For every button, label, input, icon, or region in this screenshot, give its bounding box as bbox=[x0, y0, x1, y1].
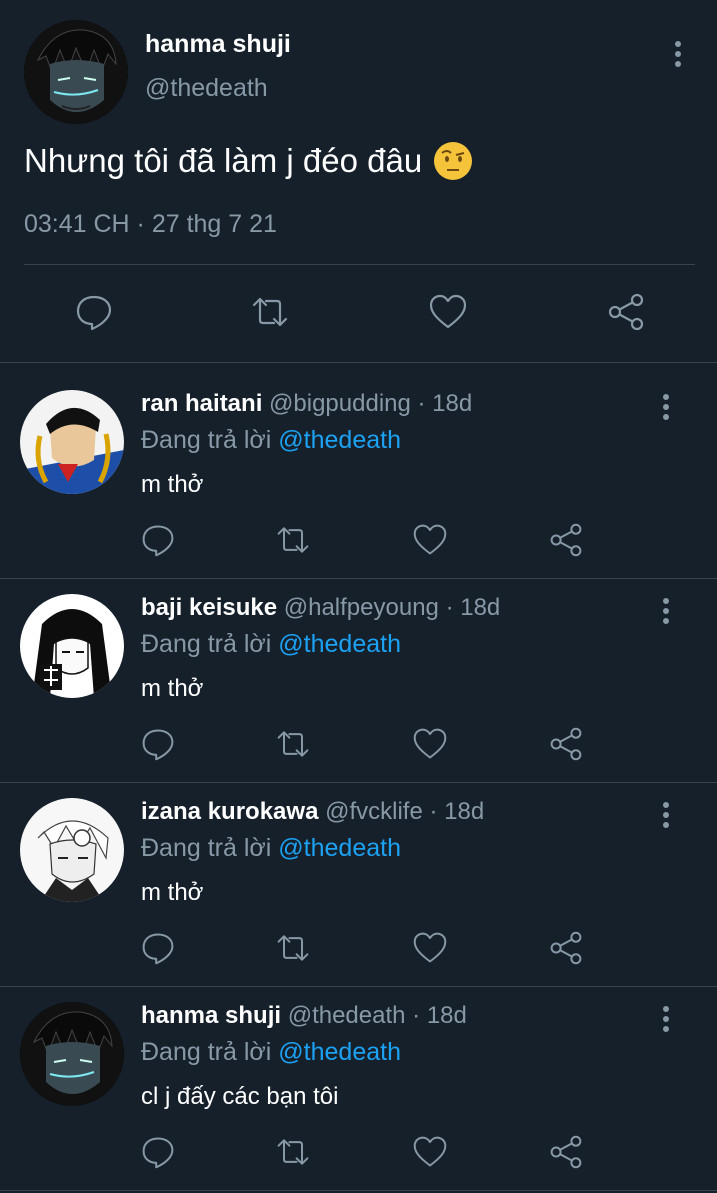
reply-text: m thở bbox=[141, 675, 204, 702]
reply-icon[interactable] bbox=[74, 292, 114, 332]
like-icon[interactable] bbox=[412, 726, 448, 762]
reply-tweet[interactable]: ran haitani @bigpudding · 18d Đang trả l… bbox=[0, 374, 717, 579]
reply-header: ran haitani @bigpudding · 18d bbox=[141, 390, 472, 418]
author-name[interactable]: baji keisuke bbox=[141, 594, 277, 621]
replying-to: Đang trả lời @thedeath bbox=[141, 834, 401, 863]
replying-to: Đang trả lời @thedeath bbox=[141, 426, 401, 455]
like-icon[interactable] bbox=[412, 1134, 448, 1170]
tweet-actions bbox=[0, 292, 717, 336]
author-handle[interactable]: @halfpeyoung bbox=[284, 594, 439, 621]
retweet-icon[interactable] bbox=[275, 1134, 311, 1170]
reply-header: baji keisuke @halfpeyoung · 18d bbox=[141, 594, 500, 622]
tweet-timestamp[interactable]: 03:41 CH · 27 thg 7 21 bbox=[24, 210, 277, 239]
tweet-text-content: Nhưng tôi đã làm j đéo đâu bbox=[24, 142, 423, 179]
share-icon[interactable] bbox=[606, 292, 646, 332]
divider bbox=[24, 264, 695, 265]
replying-prefix: Đang trả lời bbox=[141, 834, 272, 862]
like-icon[interactable] bbox=[412, 522, 448, 558]
author-name[interactable]: izana kurokawa bbox=[141, 798, 318, 825]
avatar[interactable] bbox=[20, 594, 124, 698]
author-name[interactable]: hanma shuji bbox=[141, 1002, 281, 1029]
reply-icon[interactable] bbox=[140, 930, 176, 966]
retweet-icon[interactable] bbox=[275, 726, 311, 762]
raised-eyebrow-emoji-icon bbox=[432, 140, 474, 182]
replying-to-link[interactable]: @thedeath bbox=[278, 426, 401, 454]
more-options-icon[interactable] bbox=[652, 1004, 680, 1034]
reply-tweet[interactable]: baji keisuke @halfpeyoung · 18d Đang trả… bbox=[0, 578, 717, 783]
reply-age: · 18d bbox=[417, 390, 473, 417]
replying-prefix: Đang trả lời bbox=[141, 1038, 272, 1066]
reply-tweet[interactable]: hanma shuji @thedeath · 18d Đang trả lời… bbox=[0, 986, 717, 1191]
retweet-icon[interactable] bbox=[250, 292, 290, 332]
reply-header: hanma shuji @thedeath · 18d bbox=[141, 1002, 467, 1030]
share-icon[interactable] bbox=[548, 522, 584, 558]
reply-tweet[interactable]: izana kurokawa @fvcklife · 18d Đang trả … bbox=[0, 782, 717, 987]
author-handle[interactable]: @bigpudding bbox=[269, 390, 411, 417]
share-icon[interactable] bbox=[548, 930, 584, 966]
more-options-icon[interactable] bbox=[652, 800, 680, 830]
reply-text: cl j đấy các bạn tôi bbox=[141, 1083, 339, 1110]
more-options-icon[interactable] bbox=[664, 38, 692, 72]
reply-age: · 18d bbox=[445, 594, 501, 621]
tweet-text: Nhưng tôi đã làm j đéo đâu bbox=[24, 140, 474, 182]
author-handle[interactable]: @thedeath bbox=[288, 1002, 406, 1029]
replying-to-link[interactable]: @thedeath bbox=[278, 1038, 401, 1066]
reply-age: · 18d bbox=[412, 1002, 467, 1029]
replying-prefix: Đang trả lời bbox=[141, 630, 272, 658]
more-options-icon[interactable] bbox=[652, 392, 680, 422]
reply-age: · 18d bbox=[429, 798, 485, 825]
reply-icon[interactable] bbox=[140, 726, 176, 762]
replying-prefix: Đang trả lời bbox=[141, 426, 272, 454]
avatar[interactable] bbox=[20, 1002, 124, 1106]
replying-to-link[interactable]: @thedeath bbox=[278, 834, 401, 862]
main-tweet: hanma shuji @thedeath Nhưng tôi đã làm j… bbox=[0, 0, 717, 363]
like-icon[interactable] bbox=[428, 292, 468, 332]
share-icon[interactable] bbox=[548, 1134, 584, 1170]
like-icon[interactable] bbox=[412, 930, 448, 966]
replying-to: Đang trả lời @thedeath bbox=[141, 1038, 401, 1067]
replying-to-link[interactable]: @thedeath bbox=[278, 630, 401, 658]
retweet-icon[interactable] bbox=[275, 522, 311, 558]
more-options-icon[interactable] bbox=[652, 596, 680, 626]
author-name[interactable]: ran haitani bbox=[141, 390, 262, 417]
avatar[interactable] bbox=[24, 20, 128, 124]
reply-text: m thở bbox=[141, 471, 204, 498]
replying-to: Đang trả lời @thedeath bbox=[141, 630, 401, 659]
author-handle[interactable]: @thedeath bbox=[145, 74, 268, 103]
author-name[interactable]: hanma shuji bbox=[145, 30, 291, 59]
retweet-icon[interactable] bbox=[275, 930, 311, 966]
reply-header: izana kurokawa @fvcklife · 18d bbox=[141, 798, 484, 826]
author-handle[interactable]: @fvcklife bbox=[325, 798, 423, 825]
avatar[interactable] bbox=[20, 390, 124, 494]
share-icon[interactable] bbox=[548, 726, 584, 762]
reply-icon[interactable] bbox=[140, 522, 176, 558]
reply-text: m thở bbox=[141, 879, 204, 906]
avatar[interactable] bbox=[20, 798, 124, 902]
reply-icon[interactable] bbox=[140, 1134, 176, 1170]
